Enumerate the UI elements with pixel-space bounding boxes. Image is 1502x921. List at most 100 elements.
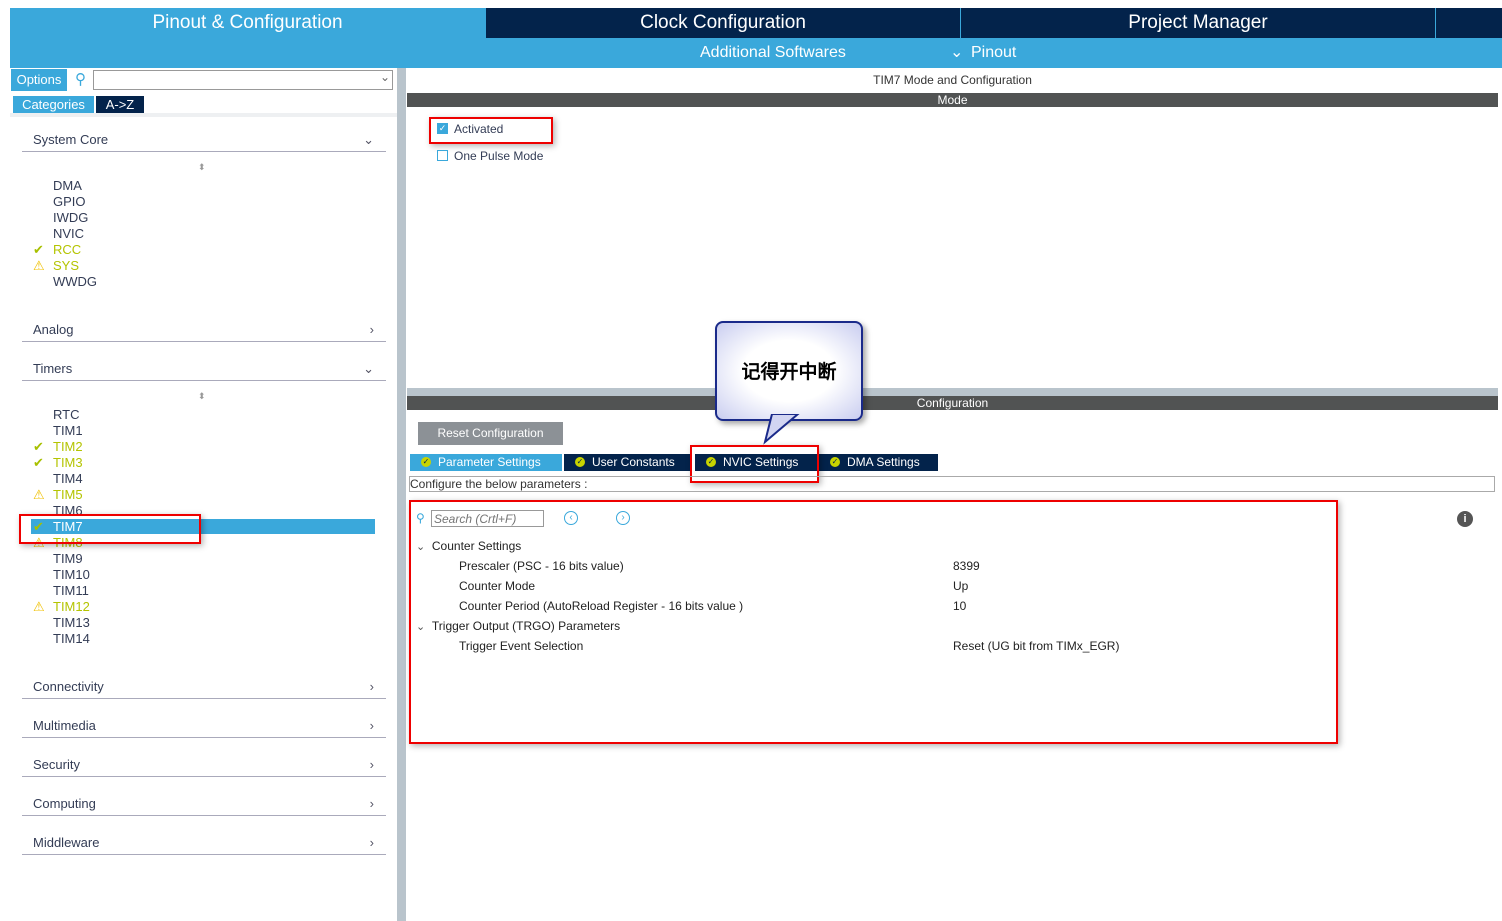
peripheral-item-tim3[interactable]: ✔ TIM3 (33, 455, 83, 471)
category-label: Security (33, 757, 80, 772)
chevron-down-icon: ⌄ (363, 132, 374, 147)
item-label: TIM9 (53, 551, 83, 566)
peripheral-item-wwdg[interactable]: WWDG (53, 274, 97, 290)
peripheral-item-tim1[interactable]: TIM1 (53, 423, 83, 439)
item-label: RTC (53, 407, 80, 422)
category-multimedia[interactable]: Multimedia › (22, 714, 386, 738)
chevron-right-icon: › (369, 322, 374, 337)
check-icon: ✔ (33, 242, 44, 257)
configuration-header: Configuration (407, 396, 1498, 410)
options-button[interactable]: Options (11, 69, 67, 91)
tab-dma-settings[interactable]: ✓ DMA Settings (819, 454, 938, 471)
peripheral-item-rtc[interactable]: RTC (53, 407, 79, 423)
peripheral-item-tim13[interactable]: TIM13 (53, 615, 90, 631)
top-tab-bar: Pinout & Configuration Clock Configurati… (10, 8, 1502, 38)
category-system-core[interactable]: System Core ⌄ (22, 128, 386, 152)
chevron-down-icon: ⌄ (950, 44, 964, 61)
check-circle-icon: ✓ (575, 457, 585, 467)
check-icon: ✔ (33, 439, 44, 454)
tab-label: DMA Settings (847, 455, 920, 469)
category-label: Computing (33, 796, 96, 811)
additional-softwares-tab[interactable]: Additional Softwares (700, 44, 846, 62)
peripheral-item-tim12[interactable]: ⚠ TIM12 (33, 599, 90, 615)
tab-project-manager[interactable]: Project Manager (961, 8, 1435, 38)
item-label: TIM3 (53, 455, 83, 470)
tab-label: Parameter Settings (438, 455, 541, 469)
reset-configuration-button[interactable]: Reset Configuration (418, 422, 563, 445)
mode-panel (407, 68, 1498, 388)
item-label: TIM11 (53, 583, 89, 598)
peripheral-item-iwdg[interactable]: IWDG (53, 210, 88, 226)
category-label: Analog (33, 322, 74, 337)
category-analog[interactable]: Analog › (22, 318, 386, 342)
info-icon[interactable]: i (1457, 511, 1473, 527)
chevron-right-icon: › (369, 796, 374, 811)
pinout-tab[interactable]: Pinout (971, 44, 1016, 62)
item-label: TIM10 (53, 567, 90, 582)
search-icon: ⚲ (75, 71, 86, 88)
peripheral-item-rcc[interactable]: ✔ RCC (33, 242, 82, 258)
peripheral-item-tim5[interactable]: ⚠ TIM5 (33, 487, 83, 503)
item-label: TIM5 (53, 487, 83, 502)
tab-extra (1436, 8, 1502, 38)
warning-icon: ⚠ (33, 599, 45, 614)
item-label: NVIC (53, 226, 85, 241)
sort-icon[interactable]: ⬍ (198, 162, 206, 173)
sort-icon[interactable]: ⬍ (198, 391, 206, 402)
chevron-right-icon: › (369, 718, 374, 733)
peripheral-item-dma[interactable]: DMA (53, 178, 82, 194)
tab-pinout-configuration[interactable]: Pinout & Configuration (10, 8, 485, 38)
peripheral-item-sys[interactable]: ⚠ SYS (33, 258, 79, 274)
callout-text: 记得开中断 (741, 362, 837, 383)
category-connectivity[interactable]: Connectivity › (22, 675, 386, 699)
item-label: TIM2 (53, 439, 83, 454)
peripheral-item-gpio[interactable]: GPIO (53, 194, 86, 210)
item-label: TIM14 (53, 631, 90, 646)
peripheral-item-tim2[interactable]: ✔ TIM2 (33, 439, 83, 455)
category-timers[interactable]: Timers ⌄ (22, 357, 386, 381)
category-computing[interactable]: Computing › (22, 792, 386, 816)
peripheral-item-nvic[interactable]: NVIC (53, 226, 84, 242)
tab-clock-configuration[interactable]: Clock Configuration (486, 8, 960, 38)
sub-tab-bar: Additional Softwares ⌄ Pinout (10, 38, 1502, 68)
chevron-right-icon: › (369, 835, 374, 850)
category-label: Middleware (33, 835, 100, 850)
tab-user-constants[interactable]: ✓ User Constants (564, 454, 691, 471)
warning-icon: ⚠ (33, 487, 45, 502)
item-label: TIM1 (53, 423, 83, 438)
item-label: TIM4 (53, 471, 83, 486)
highlight-box-parameters (409, 500, 1338, 744)
callout-bubble: 记得开中断 (715, 321, 863, 421)
category-security[interactable]: Security › (22, 753, 386, 777)
callout-pointer (763, 414, 800, 445)
highlight-box-tim7 (19, 514, 201, 544)
category-label: Multimedia (33, 718, 96, 733)
splitter[interactable] (407, 388, 1498, 396)
chevron-down-icon: ⌄ (363, 361, 374, 376)
peripheral-item-tim11[interactable]: TIM11 (53, 583, 89, 599)
tab-label: User Constants (592, 455, 675, 469)
item-label: TIM12 (53, 599, 90, 614)
item-label: IWDG (53, 210, 89, 225)
one-pulse-label: One Pulse Mode (454, 149, 544, 163)
chevron-right-icon: › (369, 757, 374, 772)
tab-a-z[interactable]: A->Z (96, 96, 144, 113)
component-search-input[interactable] (93, 70, 393, 90)
tab-categories[interactable]: Categories (13, 96, 94, 113)
category-middleware[interactable]: Middleware › (22, 831, 386, 855)
chevron-down-icon[interactable]: ⌄ (380, 70, 390, 84)
one-pulse-checkbox[interactable] (437, 150, 448, 161)
peripheral-item-tim14[interactable]: TIM14 (53, 631, 90, 647)
peripheral-item-tim4[interactable]: TIM4 (53, 471, 83, 487)
tab-parameter-settings[interactable]: ✓ Parameter Settings (410, 454, 562, 471)
peripheral-item-tim10[interactable]: TIM10 (53, 567, 90, 583)
warning-icon: ⚠ (33, 258, 45, 273)
panel-splitter[interactable] (397, 68, 406, 921)
category-label: Connectivity (33, 679, 104, 694)
check-circle-icon: ✓ (421, 457, 431, 467)
item-label: RCC (53, 242, 82, 257)
peripheral-item-tim9[interactable]: TIM9 (53, 551, 83, 567)
category-label: Timers (33, 361, 73, 376)
mode-header: Mode (407, 93, 1498, 107)
chevron-right-icon: › (369, 679, 374, 694)
